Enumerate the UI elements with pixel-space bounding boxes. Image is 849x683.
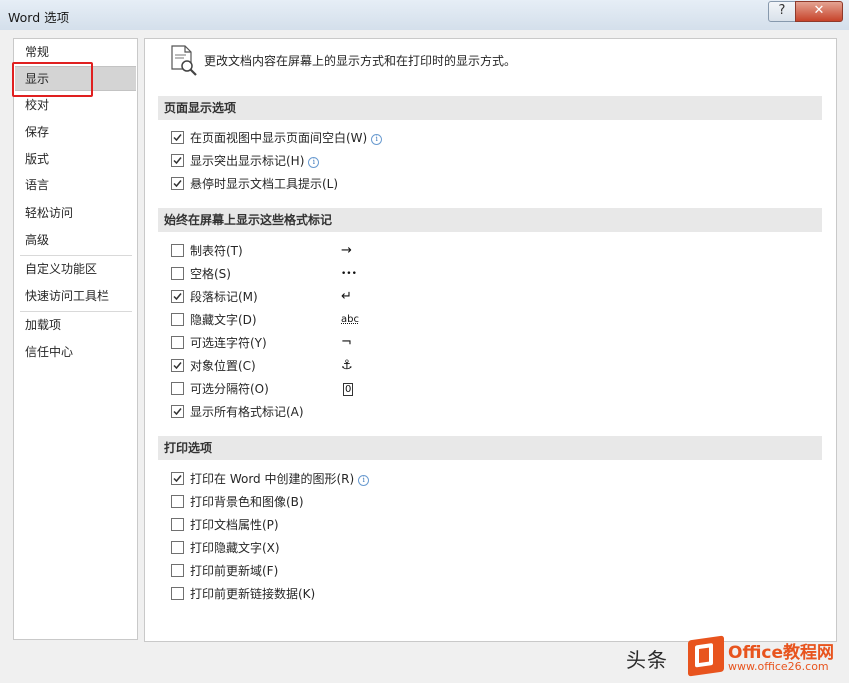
title-bar: Word 选项 ? ✕ <box>0 0 849 31</box>
checkmark-icon <box>173 293 182 301</box>
section-header-printing: 打印选项 <box>158 436 822 460</box>
option-label: 打印背景色和图像(B) <box>190 495 304 509</box>
option-label: 打印文档属性(P) <box>190 518 279 532</box>
watermark-text: 头条 <box>626 648 668 672</box>
sidebar-divider <box>20 311 132 312</box>
checkmark-icon <box>173 157 182 165</box>
checkmark-icon <box>173 362 182 370</box>
checkbox[interactable] <box>171 267 184 280</box>
info-icon: i <box>371 134 383 145</box>
info-icon: i <box>308 157 320 168</box>
option-label: 空格(S) <box>190 267 231 281</box>
checkmark-icon <box>173 180 182 188</box>
option-label: 段落标记(M) <box>190 290 258 304</box>
option-label: 对象位置(C) <box>190 359 256 373</box>
sidebar-divider <box>20 255 132 256</box>
section-header-formatting-marks: 始终在屏幕上显示这些格式标记 <box>158 208 822 232</box>
checkbox[interactable] <box>171 290 184 303</box>
optional-break-icon: 0 <box>343 383 354 396</box>
optional-hyphen-icon: ¬ <box>341 335 352 350</box>
checkbox[interactable] <box>171 336 184 349</box>
watermark-url: www.office26.com <box>728 660 829 673</box>
options-sidebar: 常规 显示 校对 保存 版式 语言 轻松访问 高级 自定义功能区 快速访问工具栏… <box>12 38 138 640</box>
option-label: 显示所有格式标记(A) <box>190 405 304 419</box>
option-label: 制表符(T) <box>190 244 243 258</box>
close-button[interactable]: ✕ <box>795 1 843 22</box>
checkbox[interactable] <box>171 154 184 167</box>
option-label: 打印在 Word 中创建的图形(R) <box>190 472 355 486</box>
panel-description: 更改文档内容在屏幕上的显示方式和在打印时的显示方式。 <box>204 54 517 68</box>
sidebar-item-typography[interactable]: 版式 <box>15 147 136 172</box>
checkbox[interactable] <box>171 541 184 554</box>
checkbox[interactable] <box>171 518 184 531</box>
option-label: 隐藏文字(D) <box>190 313 257 327</box>
window-title: Word 选项 <box>8 10 70 25</box>
checkbox[interactable] <box>171 131 184 144</box>
option-label: 显示突出显示标记(H) <box>190 154 305 168</box>
sidebar-item-accessibility[interactable]: 轻松访问 <box>15 201 136 226</box>
option-label: 可选连字符(Y) <box>190 336 267 350</box>
checkbox[interactable] <box>171 244 184 257</box>
sidebar-item-advanced[interactable]: 高级 <box>15 228 136 253</box>
office-logo-icon <box>688 635 724 677</box>
checkbox[interactable] <box>171 495 184 508</box>
space-dots-icon: ••• <box>341 269 357 279</box>
sidebar-item-add-ins[interactable]: 加载项 <box>15 313 136 338</box>
sidebar-item-customize-ribbon[interactable]: 自定义功能区 <box>15 257 136 282</box>
option-label: 在页面视图中显示页面间空白(W) <box>190 131 368 145</box>
checkmark-icon <box>173 475 182 483</box>
option-label: 打印前更新域(F) <box>190 564 279 578</box>
help-button[interactable]: ? <box>768 1 796 22</box>
sidebar-item-language[interactable]: 语言 <box>15 173 136 198</box>
checkbox[interactable] <box>171 313 184 326</box>
info-icon: i <box>358 475 370 486</box>
checkbox[interactable] <box>171 587 184 600</box>
option-label: 打印隐藏文字(X) <box>190 541 280 555</box>
checkmark-icon <box>173 408 182 416</box>
checkbox[interactable] <box>171 472 184 485</box>
option-label: 打印前更新链接数据(K) <box>190 587 316 601</box>
checkmark-icon <box>173 134 182 142</box>
checkbox[interactable] <box>171 177 184 190</box>
section-header-page-display: 页面显示选项 <box>158 96 822 120</box>
sidebar-item-save[interactable]: 保存 <box>15 120 136 145</box>
option-label: 悬停时显示文档工具提示(L) <box>190 177 339 191</box>
selection-highlight-box <box>12 62 93 97</box>
sidebar-item-quick-access-toolbar[interactable]: 快速访问工具栏 <box>15 284 136 309</box>
display-options-panel: 更改文档内容在屏幕上的显示方式和在打印时的显示方式。 页面显示选项 在页面视图中… <box>144 38 837 642</box>
checkbox[interactable] <box>171 564 184 577</box>
document-magnifier-icon <box>171 45 197 76</box>
sidebar-item-trust-center[interactable]: 信任中心 <box>15 340 136 365</box>
checkbox[interactable] <box>171 359 184 372</box>
checkbox[interactable] <box>171 405 184 418</box>
watermark: 头条 Office教程网 www.office26.com <box>622 635 849 683</box>
paragraph-mark-icon: ↵ <box>341 289 352 304</box>
checkbox[interactable] <box>171 382 184 395</box>
hidden-text-icon: abc <box>341 314 359 325</box>
tab-arrow-icon: → <box>341 243 352 258</box>
option-label: 可选分隔符(O) <box>190 382 269 396</box>
anchor-icon: ⚓ <box>341 358 353 373</box>
